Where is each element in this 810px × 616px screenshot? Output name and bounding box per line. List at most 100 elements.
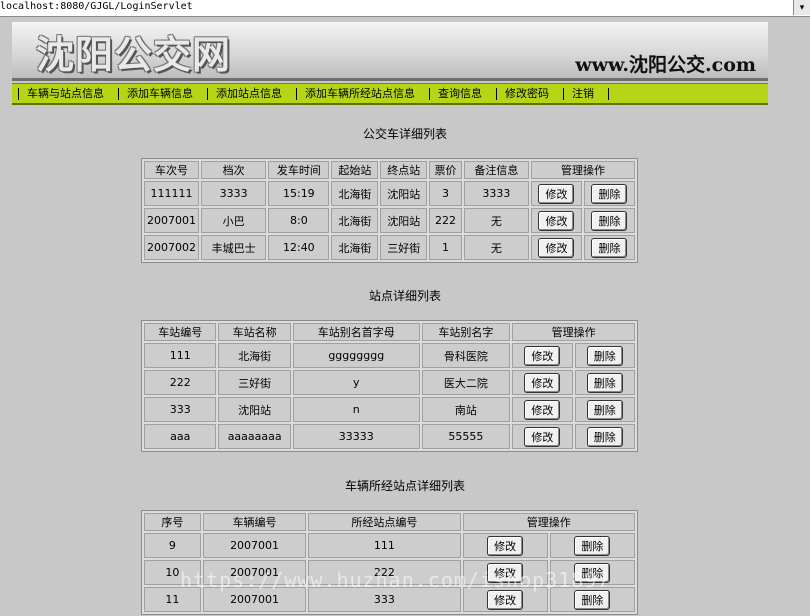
delete-button[interactable]: 删除 bbox=[586, 399, 623, 420]
edit-button[interactable]: 修改 bbox=[524, 426, 561, 447]
table-cell: 1 bbox=[429, 235, 462, 260]
edit-button[interactable]: 修改 bbox=[538, 183, 575, 204]
nav-item-add-bus[interactable]: 添加车辆信息 bbox=[118, 87, 207, 100]
nav-item-change-password[interactable]: 修改密码 bbox=[496, 87, 563, 100]
table-cell: 删除 bbox=[549, 533, 635, 558]
table-cell: 修改 bbox=[512, 370, 573, 395]
table-cell: 111111 bbox=[144, 181, 200, 206]
table-cell: 无 bbox=[463, 235, 530, 260]
table-cell: gggggggg bbox=[292, 343, 420, 368]
edit-button[interactable]: 修改 bbox=[487, 562, 524, 583]
column-header: 车站名称 bbox=[218, 323, 291, 341]
route-table: 序号 车辆编号 所经站点编号 管理操作 9 2007001 111 修改 删除 … bbox=[141, 510, 638, 615]
route-table-title: 车辆所经站点详细列表 bbox=[344, 479, 465, 493]
main-nav: 车辆与站点信息 添加车辆信息 添加站点信息 添加车辆所经站点信息 查询信息 修改… bbox=[12, 83, 768, 105]
nav-item-add-route[interactable]: 添加车辆所经站点信息 bbox=[296, 87, 429, 100]
site-logo: 沈阳公交网 bbox=[36, 33, 232, 77]
table-cell: 222 bbox=[429, 208, 462, 233]
table-cell: 删除 bbox=[574, 343, 635, 368]
column-header: 终点站 bbox=[380, 161, 428, 179]
delete-button[interactable]: 删除 bbox=[586, 345, 623, 366]
table-cell: 222 bbox=[308, 560, 461, 585]
table-row: 9 2007001 111 修改 删除 bbox=[144, 533, 635, 558]
column-header: 车辆编号 bbox=[202, 513, 307, 531]
table-cell: 修改 bbox=[462, 587, 548, 612]
table-cell: 修改 bbox=[531, 235, 582, 260]
table-cell: aaa bbox=[144, 424, 217, 449]
column-header: 车站别名字 bbox=[421, 323, 511, 341]
edit-button[interactable]: 修改 bbox=[524, 345, 561, 366]
delete-button[interactable]: 删除 bbox=[586, 372, 623, 393]
column-header: 车次号 bbox=[144, 161, 200, 179]
nav-item-add-station[interactable]: 添加站点信息 bbox=[207, 87, 296, 100]
table-cell: 丰城巴士 bbox=[201, 235, 267, 260]
nav-item-query[interactable]: 查询信息 bbox=[429, 87, 496, 100]
table-cell: 北海街 bbox=[331, 235, 379, 260]
table-cell: 11 bbox=[144, 587, 201, 612]
table-cell: 222 bbox=[144, 370, 217, 395]
table-cell: 33333 bbox=[292, 424, 420, 449]
edit-button[interactable]: 修改 bbox=[524, 372, 561, 393]
column-header: 管理操作 bbox=[462, 513, 635, 531]
table-cell: 15:19 bbox=[268, 181, 330, 206]
table-row: aaa aaaaaaaa 33333 55555 修改 删除 bbox=[144, 424, 635, 449]
delete-button[interactable]: 删除 bbox=[591, 210, 628, 231]
table-cell: 修改 bbox=[512, 424, 573, 449]
column-header: 车站编号 bbox=[144, 323, 217, 341]
edit-button[interactable]: 修改 bbox=[524, 399, 561, 420]
table-cell: 333 bbox=[144, 397, 217, 422]
delete-button[interactable]: 删除 bbox=[574, 535, 611, 556]
table-cell: 三好街 bbox=[218, 370, 291, 395]
table-cell: 北海街 bbox=[218, 343, 291, 368]
edit-button[interactable]: 修改 bbox=[487, 535, 524, 556]
delete-button[interactable]: 删除 bbox=[591, 183, 628, 204]
edit-button[interactable]: 修改 bbox=[487, 589, 524, 610]
edit-button[interactable]: 修改 bbox=[538, 237, 575, 258]
table-cell: y bbox=[292, 370, 420, 395]
table-cell: 沈阳站 bbox=[218, 397, 291, 422]
column-header: 备注信息 bbox=[463, 161, 530, 179]
table-cell: 12:40 bbox=[268, 235, 330, 260]
table-cell: aaaaaaaa bbox=[218, 424, 291, 449]
delete-button[interactable]: 删除 bbox=[591, 237, 628, 258]
table-cell: 骨科医院 bbox=[421, 343, 511, 368]
table-cell: 111 bbox=[144, 343, 217, 368]
table-row: 2007001 小巴 8:0 北海街 沈阳站 222 无 修改 删除 bbox=[144, 208, 635, 233]
bus-table-title: 公交车详细列表 bbox=[362, 127, 447, 141]
column-header: 发车时间 bbox=[268, 161, 330, 179]
delete-button[interactable]: 删除 bbox=[574, 562, 611, 583]
table-cell: 2007001 bbox=[202, 533, 307, 558]
table-cell: 3333 bbox=[463, 181, 530, 206]
site-banner: 沈阳公交网 www.沈阳公交.com bbox=[12, 22, 768, 81]
delete-button[interactable]: 删除 bbox=[574, 589, 611, 610]
edit-button[interactable]: 修改 bbox=[538, 210, 575, 231]
table-cell: 修改 bbox=[531, 181, 582, 206]
nav-divider bbox=[608, 87, 609, 100]
chevron-down-icon[interactable]: ▾ bbox=[793, 0, 810, 15]
table-cell: 沈阳站 bbox=[380, 208, 428, 233]
table-row: 333 沈阳站 n 南站 修改 删除 bbox=[144, 397, 635, 422]
table-cell: 小巴 bbox=[201, 208, 267, 233]
table-cell: 删除 bbox=[549, 560, 635, 585]
table-cell: 333 bbox=[308, 587, 461, 612]
column-header: 起始站 bbox=[331, 161, 379, 179]
table-cell: 三好街 bbox=[380, 235, 428, 260]
nav-item-bus-station-info[interactable]: 车辆与站点信息 bbox=[18, 87, 118, 100]
address-bar[interactable]: localhost:8080/GJGL/LoginServlet ▾ bbox=[0, 0, 810, 17]
column-header: 管理操作 bbox=[512, 323, 635, 341]
table-cell: 修改 bbox=[531, 208, 582, 233]
table-cell: 2007001 bbox=[144, 208, 200, 233]
address-text[interactable]: localhost:8080/GJGL/LoginServlet bbox=[0, 1, 193, 12]
table-cell: 修改 bbox=[462, 560, 548, 585]
table-cell: 北海街 bbox=[331, 208, 379, 233]
station-table-title: 站点详细列表 bbox=[368, 289, 441, 303]
nav-item-logout[interactable]: 注销 bbox=[563, 87, 608, 100]
delete-button[interactable]: 删除 bbox=[586, 426, 623, 447]
table-cell: 55555 bbox=[421, 424, 511, 449]
table-cell: 医大二院 bbox=[421, 370, 511, 395]
table-cell: 9 bbox=[144, 533, 201, 558]
table-cell: 无 bbox=[463, 208, 530, 233]
table-cell: 2007002 bbox=[144, 235, 200, 260]
table-cell: 删除 bbox=[549, 587, 635, 612]
table-row: 10 2007001 222 修改 删除 bbox=[144, 560, 635, 585]
